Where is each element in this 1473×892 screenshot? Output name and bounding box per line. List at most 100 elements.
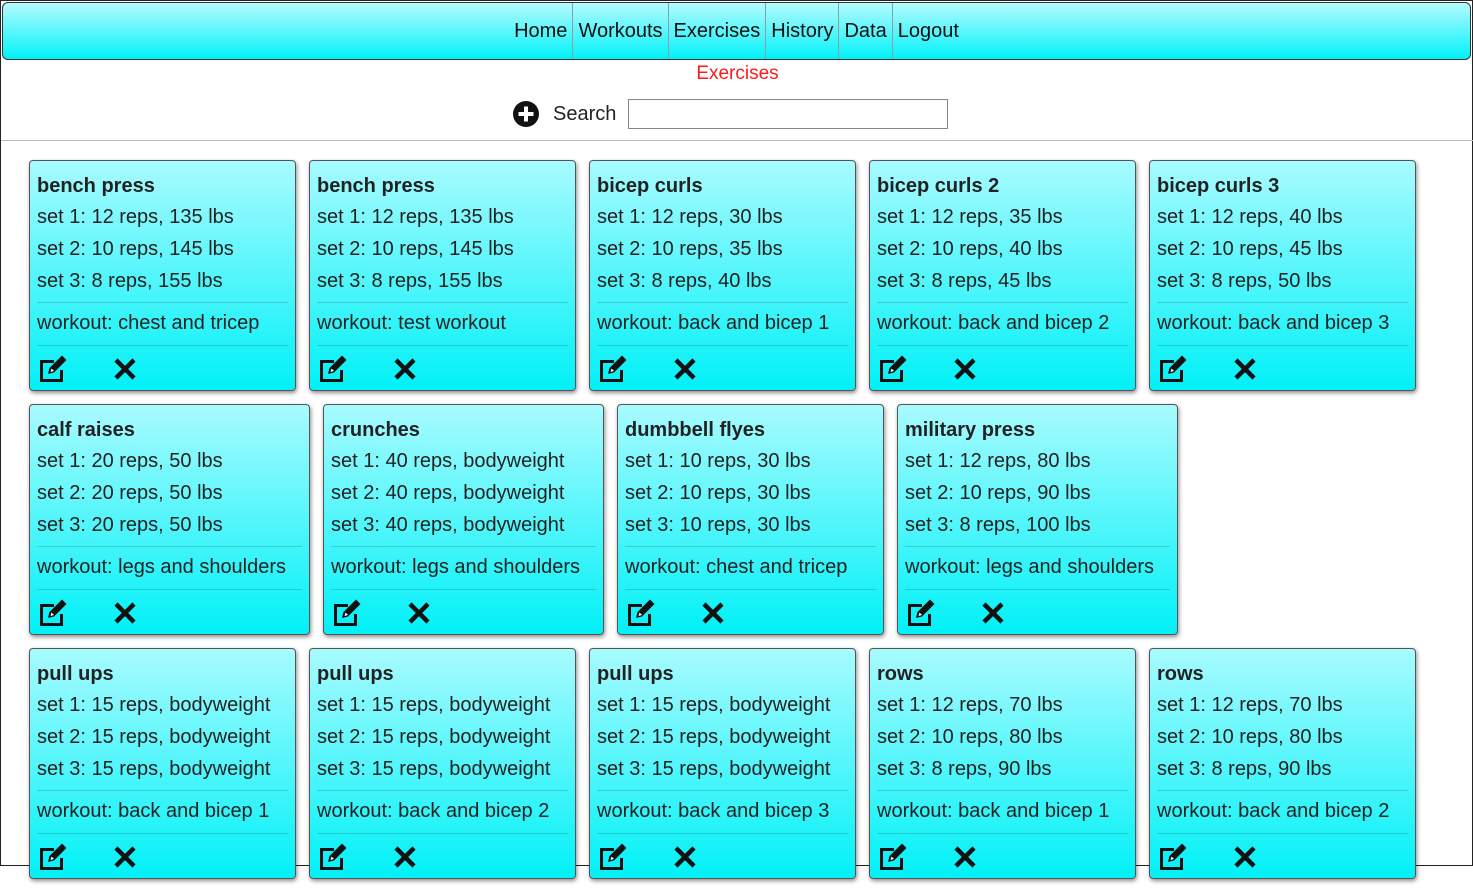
close-icon[interactable] <box>673 845 697 869</box>
edit-icon[interactable] <box>1157 842 1189 872</box>
edit-icon[interactable] <box>37 842 69 872</box>
set-line: set 3: 15 reps, bodyweight <box>317 758 551 780</box>
card-actions <box>317 354 568 384</box>
card-divider <box>905 589 1170 590</box>
card-divider <box>905 546 1170 547</box>
exercise-name: pull ups <box>37 663 114 685</box>
close-icon[interactable] <box>393 357 417 381</box>
set-line: set 1: 12 reps, 35 lbs <box>877 206 1063 228</box>
exercise-card: pull ups set 1: 15 reps, bodyweight set … <box>309 648 576 879</box>
card-actions <box>37 354 288 384</box>
edit-icon[interactable] <box>877 842 909 872</box>
plus-circle-icon[interactable] <box>512 100 540 128</box>
nav-data[interactable]: Data <box>839 3 893 59</box>
card-divider <box>1157 345 1408 346</box>
close-icon[interactable] <box>673 357 697 381</box>
card-divider <box>37 546 302 547</box>
set-line: set 2: 10 reps, 80 lbs <box>1157 726 1343 748</box>
search-label: Search <box>553 102 617 125</box>
set-line: set 3: 8 reps, 100 lbs <box>905 514 1091 536</box>
set-line: set 2: 10 reps, 45 lbs <box>1157 238 1343 260</box>
card-divider <box>597 302 848 303</box>
set-line: set 2: 10 reps, 145 lbs <box>317 238 514 260</box>
close-icon[interactable] <box>113 357 137 381</box>
edit-icon[interactable] <box>317 354 349 384</box>
edit-icon[interactable] <box>597 354 629 384</box>
set-line: set 1: 10 reps, 30 lbs <box>625 450 811 472</box>
exercise-name: pull ups <box>317 663 394 685</box>
exercise-name: bench press <box>317 175 435 197</box>
edit-icon[interactable] <box>877 354 909 384</box>
set-line: set 2: 10 reps, 80 lbs <box>877 726 1063 748</box>
workout-label: workout: back and bicep 3 <box>597 800 830 822</box>
card-divider <box>597 833 848 834</box>
edit-icon[interactable] <box>905 598 937 628</box>
close-icon[interactable] <box>113 845 137 869</box>
set-line: set 3: 8 reps, 90 lbs <box>1157 758 1332 780</box>
card-divider <box>1157 790 1408 791</box>
set-line: set 3: 8 reps, 50 lbs <box>1157 270 1332 292</box>
nav-exercises[interactable]: Exercises <box>669 3 767 59</box>
card-divider <box>37 345 288 346</box>
card-divider <box>877 833 1128 834</box>
close-icon[interactable] <box>1233 357 1257 381</box>
card-divider <box>597 790 848 791</box>
card-actions <box>37 598 302 628</box>
search-bar: Search <box>512 99 949 129</box>
workout-label: workout: back and bicep 3 <box>1157 312 1390 334</box>
exercise-card: calf raises set 1: 20 reps, 50 lbs set 2… <box>29 404 310 635</box>
edit-icon[interactable] <box>1157 354 1189 384</box>
exercise-card: dumbbell flyes set 1: 10 reps, 30 lbs se… <box>617 404 884 635</box>
card-divider <box>597 345 848 346</box>
set-line: set 3: 20 reps, 50 lbs <box>37 514 223 536</box>
close-icon[interactable] <box>701 601 725 625</box>
close-icon[interactable] <box>953 845 977 869</box>
card-actions <box>317 842 568 872</box>
exercise-name: bicep curls 2 <box>877 175 1000 197</box>
exercise-name: bench press <box>37 175 155 197</box>
set-line: set 1: 12 reps, 70 lbs <box>1157 694 1343 716</box>
edit-icon[interactable] <box>37 598 69 628</box>
card-divider <box>37 302 288 303</box>
search-input[interactable] <box>628 99 949 129</box>
nav-workouts[interactable]: Workouts <box>573 3 669 59</box>
card-row: calf raises set 1: 20 reps, 50 lbs set 2… <box>29 404 1449 635</box>
card-divider <box>331 546 596 547</box>
close-icon[interactable] <box>981 601 1005 625</box>
close-icon[interactable] <box>953 357 977 381</box>
nav-history[interactable]: History <box>766 3 840 59</box>
close-icon[interactable] <box>407 601 431 625</box>
close-icon[interactable] <box>113 601 137 625</box>
set-line: set 1: 40 reps, bodyweight <box>331 450 565 472</box>
workout-label: workout: legs and shoulders <box>37 556 287 578</box>
set-line: set 3: 15 reps, bodyweight <box>37 758 271 780</box>
edit-icon[interactable] <box>317 842 349 872</box>
card-divider <box>625 589 876 590</box>
edit-icon[interactable] <box>625 598 657 628</box>
set-line: set 3: 15 reps, bodyweight <box>597 758 831 780</box>
close-icon[interactable] <box>1233 845 1257 869</box>
nav-logout[interactable]: Logout <box>893 3 964 59</box>
exercise-card: bicep curls 3 set 1: 12 reps, 40 lbs set… <box>1149 160 1416 391</box>
card-divider <box>317 345 568 346</box>
workout-label: workout: legs and shoulders <box>905 556 1155 578</box>
card-actions <box>1157 354 1408 384</box>
edit-icon[interactable] <box>597 842 629 872</box>
set-line: set 2: 10 reps, 90 lbs <box>905 482 1091 504</box>
set-line: set 3: 40 reps, bodyweight <box>331 514 565 536</box>
top-navbar: Home Workouts Exercises History Data Log… <box>2 2 1471 60</box>
card-actions <box>597 842 848 872</box>
edit-icon[interactable] <box>331 598 363 628</box>
exercise-name: pull ups <box>597 663 674 685</box>
exercise-card: crunches set 1: 40 reps, bodyweight set … <box>323 404 604 635</box>
close-icon[interactable] <box>393 845 417 869</box>
card-divider <box>877 790 1128 791</box>
nav-home[interactable]: Home <box>509 3 574 59</box>
exercise-grid: bench press set 1: 12 reps, 135 lbs set … <box>29 160 1449 892</box>
workout-label: workout: legs and shoulders <box>331 556 581 578</box>
card-actions <box>877 354 1128 384</box>
header-divider <box>1 140 1473 141</box>
set-line: set 2: 10 reps, 35 lbs <box>597 238 783 260</box>
edit-icon[interactable] <box>37 354 69 384</box>
card-actions <box>597 354 848 384</box>
